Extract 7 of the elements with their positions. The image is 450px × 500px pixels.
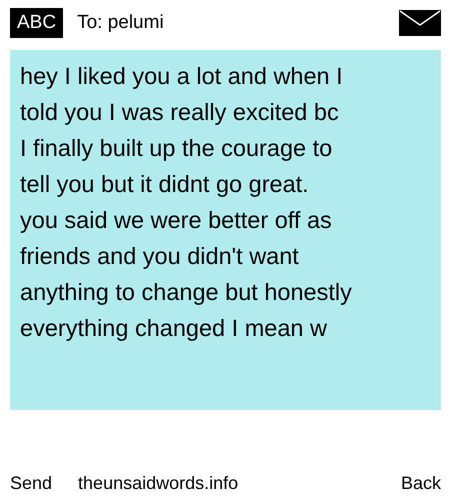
- send-button[interactable]: Send: [10, 472, 52, 494]
- message-field[interactable]: hey I liked you a lot and when I told you I was really excited bc I finally built up the courage to tell you but it didnt go great. you said we were better off as friends and you didn't want anything to change but honestly everything changed I mean w: [10, 50, 441, 410]
- back-button[interactable]: Back: [400, 472, 441, 494]
- recipient-label: To: pelumi: [77, 12, 165, 34]
- site-link[interactable]: theunsaidwords.info: [78, 472, 401, 494]
- envelope-icon[interactable]: [399, 10, 441, 36]
- input-mode-badge: ABC: [10, 8, 64, 38]
